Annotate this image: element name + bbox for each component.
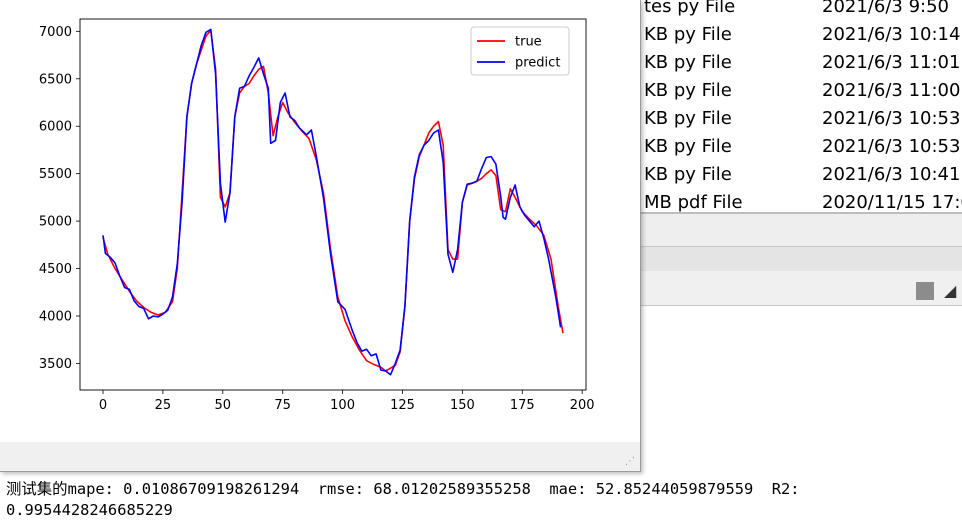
- eraser-icon[interactable]: ◢: [944, 281, 962, 301]
- x-tick-label: 25: [155, 398, 172, 413]
- x-tick-label: 175: [510, 398, 535, 413]
- file-size-type: KB py File: [644, 108, 732, 129]
- console-toolbar: [636, 271, 962, 306]
- line-chart: 0 25 50 75 100 125 150 175 200 3500 4000 4500 5000 55…: [39, 18, 595, 413]
- console-r2-line: 0.9954428246685229: [6, 501, 173, 519]
- ide-tab-bar: [636, 246, 962, 272]
- stop-icon[interactable]: [916, 282, 934, 300]
- file-size-type: MB pdf File: [644, 192, 743, 213]
- file-modified-date: 2021/6/3 11:01: [822, 52, 961, 73]
- legend-label: predict: [515, 56, 560, 71]
- file-size-type: KB py File: [644, 24, 732, 45]
- file-size-type: KB py File: [644, 80, 732, 101]
- y-tick-label: 4500: [39, 262, 72, 277]
- resize-grip-icon[interactable]: ⋰: [625, 456, 637, 468]
- file-modified-date: 2021/6/3 10:53: [822, 108, 961, 129]
- file-size-type: tes py File: [644, 0, 736, 17]
- file-modified-date: 2020/11/15 17:0: [822, 192, 962, 213]
- legend-label: true: [515, 35, 542, 50]
- y-tick-label: 7000: [39, 25, 72, 40]
- y-tick-label: 5000: [39, 215, 72, 230]
- file-size-type: KB py File: [644, 136, 732, 157]
- figure-status-bar: ⋰: [0, 442, 640, 471]
- file-modified-date: 2021/6/3 11:00: [822, 80, 961, 101]
- x-tick-label: 125: [390, 398, 415, 413]
- x-tick-label: 50: [215, 398, 232, 413]
- x-tick-label: 75: [274, 398, 291, 413]
- y-tick-label: 4000: [39, 309, 72, 324]
- file-size-type: KB py File: [644, 52, 732, 73]
- figure-window[interactable]: 0 25 50 75 100 125 150 175 200 3500 4000 4500 5000 55…: [0, 0, 641, 472]
- x-tick-label: 0: [99, 398, 107, 413]
- x-tick-label: 100: [330, 398, 355, 413]
- file-modified-date: 2021/6/3 10:53: [822, 136, 961, 157]
- y-tick-label: 5500: [39, 167, 72, 182]
- y-tick-label: 6500: [39, 72, 72, 87]
- file-size-type: KB py File: [644, 164, 732, 185]
- x-tick-label: 200: [570, 398, 595, 413]
- y-tick-label: 3500: [39, 357, 72, 372]
- file-modified-date: 2021/6/3 10:41: [822, 164, 961, 185]
- console-output: 测试集的mape: 0.01086709198261294 rmse: 68.0…: [0, 472, 962, 521]
- x-tick-label: 150: [450, 398, 475, 413]
- file-modified-date: 2021/6/3 9:50: [822, 0, 949, 17]
- file-modified-date: 2021/6/3 10:14: [822, 24, 961, 45]
- console-metrics-line: 测试集的mape: 0.01086709198261294 rmse: 68.0…: [6, 480, 800, 498]
- ide-panel-header: [636, 212, 962, 248]
- y-tick-label: 6000: [39, 120, 72, 135]
